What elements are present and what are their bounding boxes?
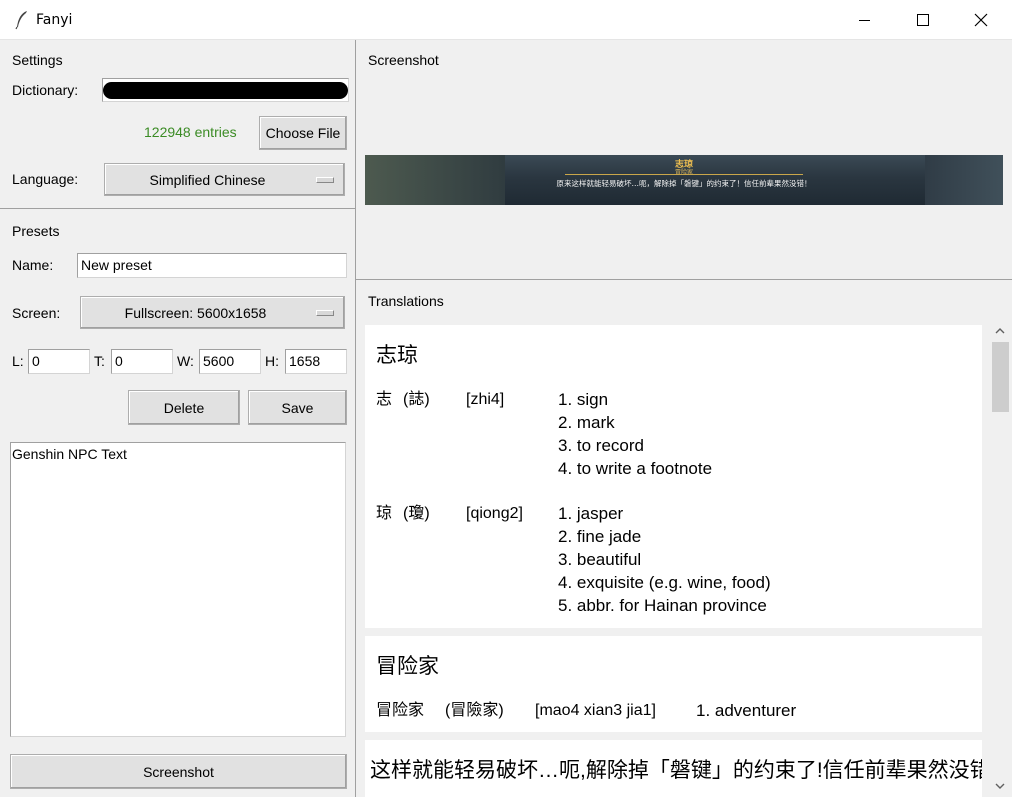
width-input[interactable]: 5600 [199,349,261,374]
scroll-up-button[interactable] [990,322,1010,340]
title-bar: Fanyi [0,0,1012,40]
entry-pinyin: [zhi4] [466,391,505,408]
scroll-thumb[interactable] [992,342,1009,412]
height-label: H: [265,353,279,369]
dropdown-indicator-icon [316,309,334,316]
settings-divider [0,208,355,209]
entry-pinyin: [qiong2] [466,505,523,522]
pane-divider [355,40,356,797]
delete-preset-button[interactable]: Delete [128,390,240,425]
definition-item: 4. exquisite (e.g. wine, food) [558,573,771,592]
card-headword: 志琼 [376,344,418,367]
screenshot-divider [356,279,1012,280]
entry-traditional: (誌) [403,391,430,408]
screen-label: Screen: [12,305,61,321]
definition-item: 1. adventurer [696,701,797,720]
entry-definitions: 1. adventurer [696,699,796,722]
chevron-up-icon [995,328,1005,334]
save-preset-button[interactable]: Save [248,390,347,425]
translation-card: 冒险家 冒险家 (冒險家) [mao4 xian3 jia1] 1. adven… [365,636,982,732]
left-input[interactable]: 0 [28,349,90,374]
screen-select-value: Fullscreen: 5600x1658 [124,304,267,321]
left-label: L: [12,353,24,369]
preview-divider-line [565,174,803,175]
definition-item: 4. to write a footnote [558,459,713,478]
translations-panel-title: Translations [368,293,444,309]
preset-list-item[interactable]: Genshin NPC Text [12,446,127,462]
dropdown-indicator-icon [316,176,334,183]
translations-scrollbar[interactable] [990,322,1010,797]
entry-traditional: (冒險家) [445,702,504,719]
preset-name-label: Name: [12,257,54,273]
entry-simplified: 冒险家 [376,702,425,719]
definition-item: 2. fine jade [558,527,642,546]
screen-select[interactable]: Fullscreen: 5600x1658 [80,296,345,329]
window-title: Fanyi [36,12,73,28]
choose-file-button[interactable]: Choose File [259,116,347,150]
definition-item: 3. beautiful [558,550,642,569]
translation-card: 这样就能轻易破坏…呃,解除掉「磐键」的约束了!信任前辈果然没错! [365,740,982,797]
entry-simplified: 琼 [376,505,393,522]
translation-card: 志琼 志 (誌) [zhi4] 1. sign 2. mark 3. to re… [365,325,982,628]
maximize-button[interactable] [894,0,952,40]
language-label: Language: [12,171,79,187]
preset-name-input[interactable]: New preset [77,253,347,278]
language-select-value: Simplified Chinese [149,171,266,188]
screenshot-button[interactable]: Screenshot [10,754,347,789]
card-headword: 这样就能轻易破坏…呃,解除掉「磐键」的约束了!信任前辈果然没错! [370,759,982,782]
screenshot-panel-title: Screenshot [368,52,439,68]
scroll-down-button[interactable] [990,777,1010,795]
preset-list[interactable]: Genshin NPC Text [10,442,346,737]
settings-section-title: Settings [12,52,63,68]
redacted-path [103,82,348,99]
close-button[interactable] [952,0,1010,40]
screenshot-preview: 志琼 冒险家 原来这样就能轻易破坏…呃，解除掉「磐键」的约束了！信任前辈果然没错… [365,155,1003,205]
preview-subtitle: 原来这样就能轻易破坏…呃，解除掉「磐键」的约束了！信任前辈果然没错！ [556,179,812,188]
close-icon [974,13,988,27]
feather-icon [15,11,27,30]
height-input[interactable]: 1658 [285,349,347,374]
definition-item: 1. jasper [558,504,624,523]
definition-item: 3. to record [558,436,644,455]
entry-simplified: 志 [376,391,393,408]
language-select[interactable]: Simplified Chinese [104,163,345,196]
minimize-icon [859,20,870,21]
entry-traditional: (瓊) [403,505,430,522]
minimize-button[interactable] [836,0,894,40]
dictionary-entry-count: 122948 entries [144,124,237,140]
entry-definitions: 1. sign 2. mark 3. to record 4. to write… [558,388,712,480]
card-headword: 冒险家 [376,655,439,678]
dictionary-path-field[interactable] [102,78,349,102]
top-label: T: [94,353,105,369]
definition-item: 5. abbr. for Hainan province [558,596,767,615]
entry-pinyin: [mao4 xian3 jia1] [535,702,656,719]
entry-definitions: 1. jasper 2. fine jade 3. beautiful 4. e… [558,502,771,617]
width-label: W: [177,353,194,369]
definition-item: 1. sign [558,390,609,409]
definition-item: 2. mark [558,413,615,432]
dictionary-label: Dictionary: [12,82,79,98]
presets-section-title: Presets [12,223,60,239]
maximize-icon [917,14,929,26]
top-input[interactable]: 0 [111,349,173,374]
chevron-down-icon [995,783,1005,789]
